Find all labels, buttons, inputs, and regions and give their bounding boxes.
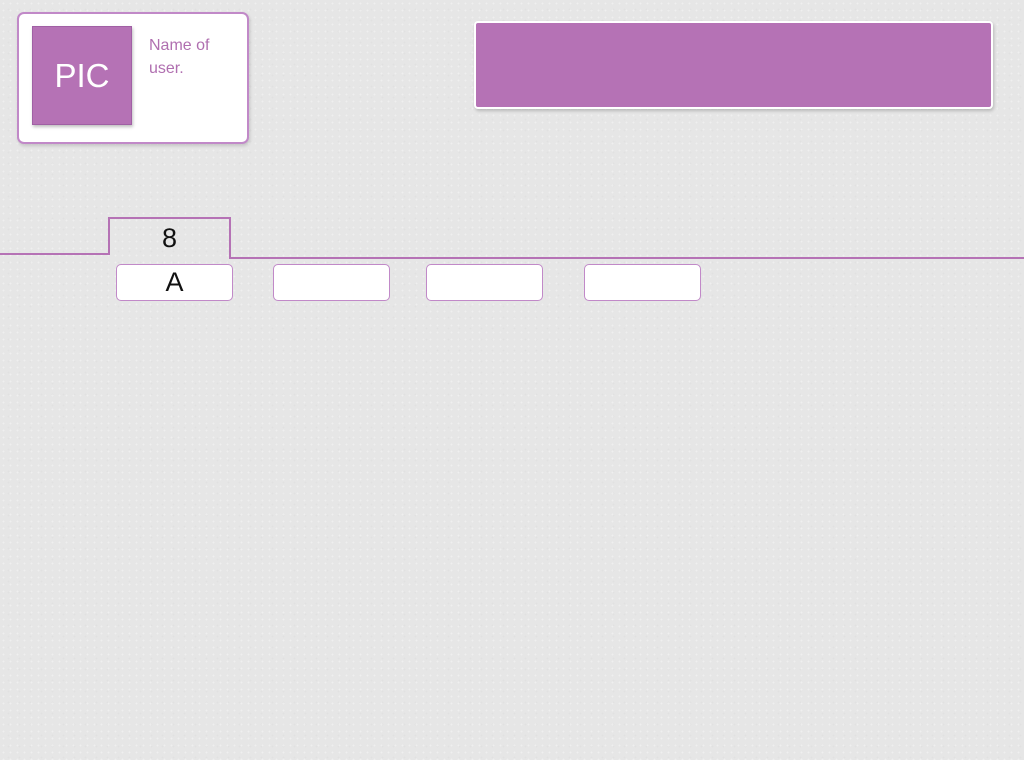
active-tab[interactable]: 8: [109, 221, 230, 255]
avatar-text: PIC: [54, 56, 110, 94]
header-banner: [474, 21, 993, 109]
user-avatar: PIC: [32, 26, 132, 125]
answer-box-2[interactable]: [273, 264, 390, 301]
user-name: Name of user.: [149, 37, 210, 77]
user-card: PIC Name of user.: [17, 12, 249, 144]
answer-box-3[interactable]: [426, 264, 543, 301]
answer-box-4[interactable]: [584, 264, 701, 301]
answer-box-1[interactable]: A: [116, 264, 233, 301]
